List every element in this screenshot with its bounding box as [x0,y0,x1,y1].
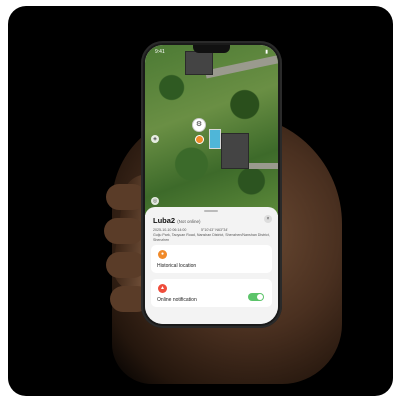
mower-icon[interactable]: ⚙ [192,118,206,132]
timestamp: 2025-10-10 06:14:00 [153,228,187,232]
toggle-knob [257,294,263,300]
finger-illustration [106,184,146,210]
map-pool [209,129,221,149]
coordinates: 5°10'43" N63°34' [201,228,229,232]
drag-handle[interactable] [204,210,218,212]
online-notification-toggle[interactable] [248,293,264,301]
close-icon[interactable]: × [264,215,272,223]
online-notification-label: Online notification [157,297,197,303]
location-pin-icon[interactable] [195,135,204,144]
online-notification-row: ▲ Online notification [151,279,272,307]
status-time: 9:41 [155,49,165,55]
device-status: (Not online) [177,219,201,224]
finger-illustration [106,252,146,278]
product-photo-frame: 9:41 ▮ ⚙ ◈ ◎ Luba2 (Not online) × 2025-1… [8,6,393,396]
phone-device: 9:41 ▮ ⚙ ◈ ◎ Luba2 (Not online) × 2025-1… [141,41,282,328]
device-info-sheet: Luba2 (Not online) × 2025-10-10 06:14:00… [145,207,278,324]
location-meta: 2025-10-10 06:14:00 5°10'43" N63°34' [153,228,228,232]
battery-icon: ▮ [265,49,268,55]
historical-location-row[interactable]: ● Historical location [151,245,272,273]
satellite-map[interactable]: 9:41 ▮ ⚙ ◈ ◎ [145,45,278,215]
layers-icon[interactable]: ◈ [151,135,159,143]
recenter-icon[interactable]: ◎ [151,197,159,205]
device-title: Luba2 (Not online) [153,216,200,225]
location-pin-icon: ● [158,250,167,259]
phone-notch [193,45,230,53]
bell-icon: ▲ [158,284,167,293]
address: Guiju Park, Taoyuan Road, Nanshan Distri… [153,233,270,242]
finger-illustration [104,218,144,244]
phone-screen: 9:41 ▮ ⚙ ◈ ◎ Luba2 (Not online) × 2025-1… [145,45,278,324]
historical-location-label: Historical location [157,263,197,269]
map-road [204,55,278,79]
device-name: Luba2 [153,216,176,225]
map-house-roof [221,133,249,169]
